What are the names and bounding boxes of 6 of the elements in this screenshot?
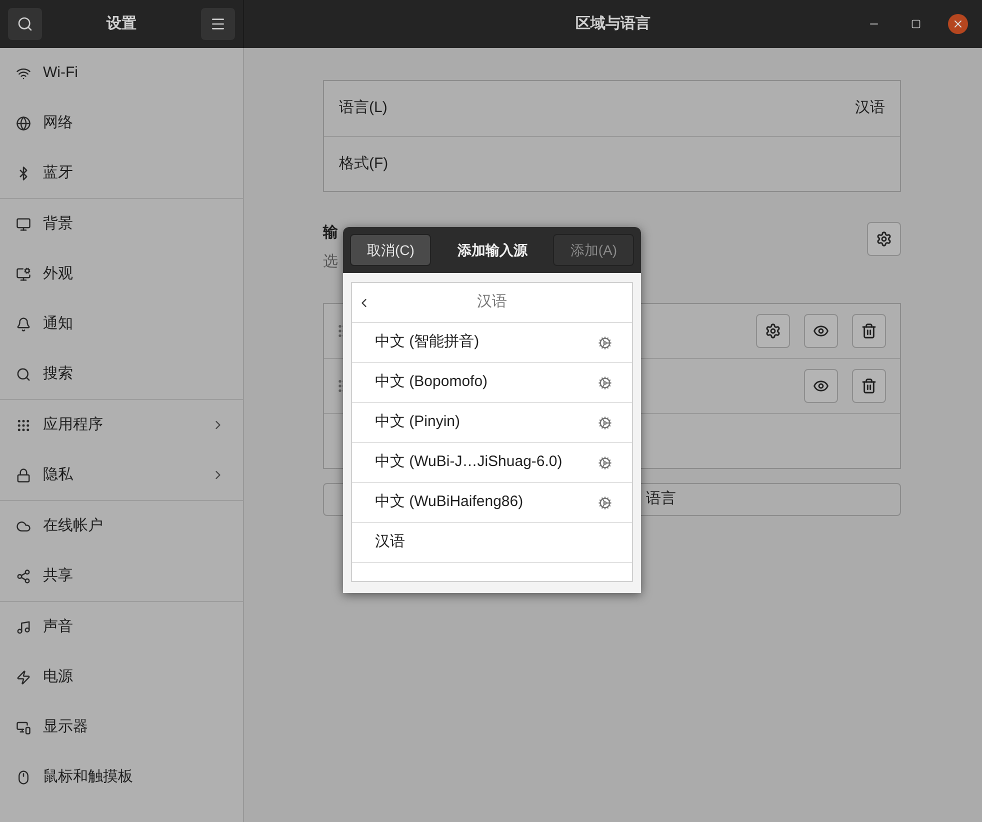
section-title: 输 — [323, 223, 338, 243]
sidebar-title: 设置 — [106, 14, 136, 34]
list-header: 汉语 — [477, 292, 507, 312]
dialog-title: 添加输入源 — [457, 240, 528, 260]
section-subtitle: 选 — [323, 252, 338, 272]
window-title: 区域与语言 — [576, 14, 650, 34]
